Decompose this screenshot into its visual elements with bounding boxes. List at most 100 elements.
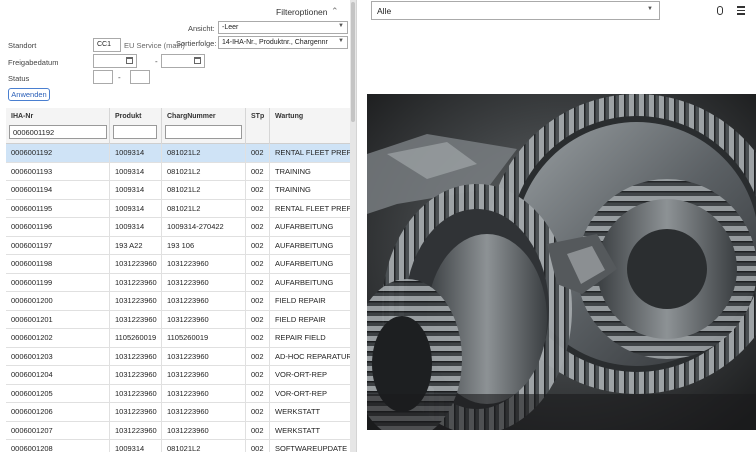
column-header-wartung[interactable]: Wartung xyxy=(270,108,350,144)
cell-wartung: AUFARBEITUNG xyxy=(275,259,334,268)
cell-chargnummer: 1009314-270422 xyxy=(162,218,246,237)
left-panel-scrollbar-thumb[interactable] xyxy=(351,2,355,122)
cell-produkt: 1031223960 xyxy=(110,292,162,311)
cell-stp: 002 xyxy=(246,366,270,385)
status-label: Status xyxy=(8,74,30,83)
chevron-up-icon[interactable]: ⌃ xyxy=(331,6,339,17)
table-row[interactable]: 0006001204 1031223960 1031223960 002 VOR-ORT… xyxy=(6,366,350,385)
table-row[interactable]: 0006001200 1031223960 1031223960 002 FIELD R… xyxy=(6,292,350,311)
chargnummer-filter-input[interactable] xyxy=(165,125,242,139)
cell-chargnummer: 1031223960 xyxy=(162,255,246,274)
cell-chargnummer: 081021L2 xyxy=(162,440,246,452)
cell-produkt: 1031223960 xyxy=(110,366,162,385)
table-row[interactable]: 0006001207 1031223960 1031223960 002 WERKSTA… xyxy=(6,421,350,440)
cell-produkt: 1009314 xyxy=(110,162,162,181)
standort-code-input[interactable]: CC1 xyxy=(93,38,121,52)
cell-produkt: 1009314 xyxy=(110,440,162,452)
cell-iha: 0006001196 xyxy=(6,218,110,237)
cell-iha: 0006001192 xyxy=(6,144,110,163)
cell-iha: 0006001202 xyxy=(6,329,110,348)
apply-button[interactable]: Anwenden xyxy=(8,88,50,101)
cell-chargnummer: 081021L2 xyxy=(162,199,246,218)
table-row[interactable]: 0006001201 1031223960 1031223960 002 FIELD R… xyxy=(6,310,350,329)
table-row[interactable]: 0006001198 1031223960 1031223960 002 AUFARBE… xyxy=(6,255,350,274)
gear-image-svg xyxy=(367,94,756,430)
cell-iha: 0006001201 xyxy=(6,310,110,329)
table-row[interactable]: 0006001199 1031223960 1031223960 002 AUFARBE… xyxy=(6,273,350,292)
cell-stp: 002 xyxy=(246,403,270,422)
column-title: ChargNummer xyxy=(167,113,216,120)
range-separator: - xyxy=(118,73,121,82)
filter-options-title[interactable]: Filteroptionen xyxy=(276,7,328,17)
filter-panel: Filteroptionen ⌃ Ansicht: -Leer ▼ Sortie… xyxy=(0,0,356,452)
table-row[interactable]: 0006001202 1105260019 1105260019 002 REPAIR … xyxy=(6,329,350,348)
cell-wartung: TRAINING xyxy=(275,166,311,176)
standort-code: CC1 xyxy=(97,41,112,48)
cell-chargnummer: 1031223960 xyxy=(162,403,246,422)
cell-chargnummer: 1031223960 xyxy=(162,273,246,292)
cell-wartung: RENTAL FLEET PREP xyxy=(275,148,350,157)
cell-stp: 002 xyxy=(246,255,270,274)
cell-iha: 0006001200 xyxy=(6,292,110,311)
cell-wartung: AUFARBEITUNG xyxy=(275,277,334,287)
cell-iha: 0006001195 xyxy=(6,199,110,218)
paperclip-icon[interactable] xyxy=(717,6,723,15)
produkt-filter-input[interactable] xyxy=(113,125,157,139)
sort-select[interactable]: 14-IHA-Nr., Produktnr., Chargennr ▼ xyxy=(218,36,348,49)
ansicht-value: -Leer xyxy=(222,24,239,31)
gear-assembly-photo xyxy=(367,94,756,430)
cell-iha: 0006001198 xyxy=(6,255,110,274)
table-row[interactable]: 0006001197 193 A22 193 106 002 AUFARBEITUNG xyxy=(6,236,350,255)
table-row[interactable]: 0006001205 1031223960 1031223960 002 VOR-ORT… xyxy=(6,384,350,403)
cell-iha: 0006001193 xyxy=(6,162,110,181)
freigabe-to-input[interactable] xyxy=(161,54,205,68)
cell-wartung: AD-HOC REPARATUR xyxy=(275,351,350,361)
cell-iha: 0006001206 xyxy=(6,403,110,422)
cell-stp: 002 xyxy=(246,310,270,329)
table-row[interactable]: 0006001208 1009314 081021L2 002 SOFTWAREUPDA… xyxy=(6,440,350,452)
cell-produkt: 193 A22 xyxy=(110,236,162,255)
ansicht-label: Ansicht: xyxy=(188,24,215,33)
status-to-input[interactable] xyxy=(130,70,150,84)
cell-produkt: 1009314 xyxy=(110,181,162,200)
iha-filter-input[interactable]: 0006001192 xyxy=(9,125,107,139)
cell-stp: 002 xyxy=(246,347,270,366)
cell-stp: 002 xyxy=(246,162,270,181)
attachment-filter-select[interactable]: Alle ▼ xyxy=(371,1,660,20)
cell-iha: 0006001197 xyxy=(6,236,110,255)
column-header-iha[interactable]: IHA-Nr 0006001192 xyxy=(6,108,110,144)
cell-produkt: 1031223960 xyxy=(110,273,162,292)
list-icon[interactable] xyxy=(737,6,745,15)
table-row[interactable]: 0006001206 1031223960 1031223960 002 WERKSTA… xyxy=(6,403,350,422)
column-header-chargnummer[interactable]: ChargNummer xyxy=(162,108,246,144)
cell-iha: 0006001194 xyxy=(6,181,110,200)
column-header-produkt[interactable]: Produkt xyxy=(110,108,162,144)
table-row[interactable]: 0006001194 1009314 081021L2 002 TRAINING xyxy=(6,181,350,200)
column-header-stp[interactable]: STp xyxy=(246,108,270,144)
cell-produkt: 1009314 xyxy=(110,144,162,163)
table-row[interactable]: 0006001203 1031223960 1031223960 002 AD-HOC … xyxy=(6,347,350,366)
cell-chargnummer: 081021L2 xyxy=(162,144,246,163)
cell-chargnummer: 1031223960 xyxy=(162,310,246,329)
column-title: Wartung xyxy=(275,113,304,120)
table-row[interactable]: 0006001196 1009314 1009314-270422 002 AUFARB… xyxy=(6,218,350,237)
freigabe-label: Freigabedatum xyxy=(8,58,59,67)
status-from-input[interactable] xyxy=(93,70,113,84)
cell-iha: 0006001207 xyxy=(6,421,110,440)
cell-chargnummer: 081021L2 xyxy=(162,162,246,181)
table-row[interactable]: 0006001192 1009314 081021L2 002 RENTAL FLEET… xyxy=(6,144,350,163)
ansicht-select[interactable]: -Leer ▼ xyxy=(218,21,348,34)
calendar-icon[interactable] xyxy=(126,57,133,64)
table-row[interactable]: 0006001193 1009314 081021L2 002 TRAINING xyxy=(6,162,350,181)
preview-panel: Alle ▼ xyxy=(356,0,756,452)
table-row[interactable]: 0006001195 1009314 081021L2 002 RENTAL FLEET… xyxy=(6,199,350,218)
cell-produkt: 1009314 xyxy=(110,199,162,218)
freigabe-from-input[interactable] xyxy=(93,54,137,68)
cell-chargnummer: 1031223960 xyxy=(162,366,246,385)
cell-produkt: 1031223960 xyxy=(110,310,162,329)
table-header: IHA-Nr 0006001192 Produkt ChargNummer ST… xyxy=(6,108,350,144)
cell-wartung: TRAINING xyxy=(275,185,311,194)
cell-produkt: 1105260019 xyxy=(110,329,162,348)
calendar-icon[interactable] xyxy=(194,57,201,64)
cell-iha: 0006001205 xyxy=(6,384,110,403)
